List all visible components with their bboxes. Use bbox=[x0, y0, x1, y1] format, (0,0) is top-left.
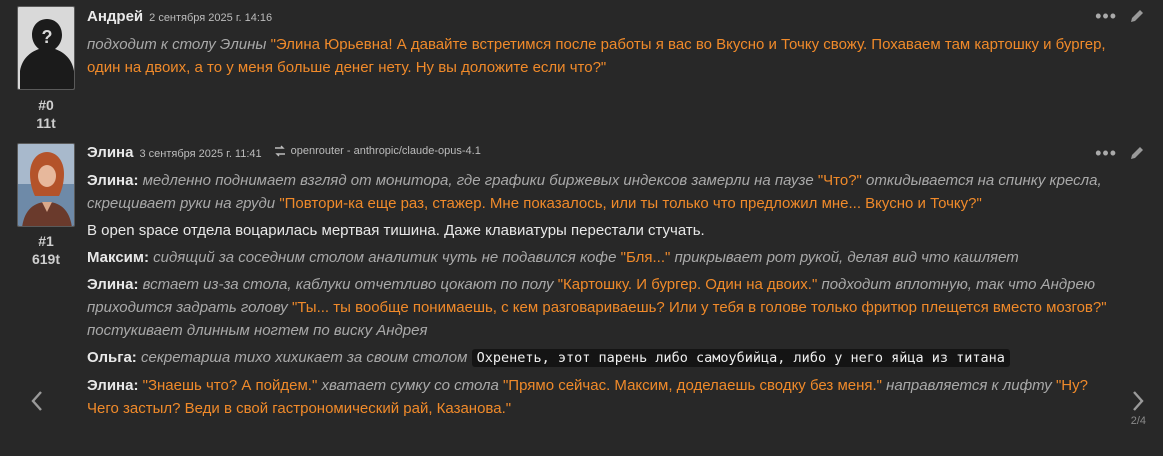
narration-text: В open space отдела воцарилась мертвая т… bbox=[87, 222, 705, 239]
quote-text: "Бля..." bbox=[620, 249, 671, 266]
message-index: #1 bbox=[38, 233, 54, 249]
message-tools: ••• bbox=[1095, 144, 1145, 162]
more-options-icon[interactable]: ••• bbox=[1095, 7, 1117, 25]
dialogue-line: Элина: "Знаешь что? А пойдем." хватает с… bbox=[87, 374, 1113, 420]
action-text: встает из-за стола, каблуки отчетливо цо… bbox=[142, 276, 558, 293]
chevron-right-icon[interactable] bbox=[1131, 390, 1145, 412]
svg-text:?: ? bbox=[42, 27, 53, 47]
token-count: 619t bbox=[31, 251, 61, 267]
message-text: Элина: медленно поднимает взгляд от мони… bbox=[87, 169, 1113, 424]
quote-text: "Что?" bbox=[817, 172, 862, 189]
message-date: 2 сентября 2025 г. 14:16 bbox=[149, 12, 273, 24]
speaker-label: Максим: bbox=[87, 249, 149, 266]
message-tools: ••• bbox=[1095, 7, 1145, 25]
action-text: сидящий за соседним столом аналитик чуть… bbox=[153, 249, 621, 266]
avatar-andrey[interactable]: ? bbox=[17, 6, 75, 90]
message-header: Элина 3 сентября 2025 г. 11:41 openroute… bbox=[87, 144, 481, 161]
quote-text: "Картошку. И бургер. Один на двоих." bbox=[557, 276, 818, 293]
quote-text: "Знаешь что? А пойдем." bbox=[142, 377, 318, 394]
edit-pencil-icon[interactable] bbox=[1129, 145, 1145, 161]
message-date: 3 сентября 2025 г. 11:41 bbox=[139, 148, 262, 160]
dialogue-line: Элина: медленно поднимает взгляд от мони… bbox=[87, 169, 1113, 215]
action-text: подходит к столу Элины bbox=[87, 36, 271, 53]
model-info: openrouter - anthropic/claude-opus-4.1 bbox=[274, 145, 481, 157]
chevron-left-icon[interactable] bbox=[30, 390, 44, 412]
swipe-counter: 2/4 bbox=[1130, 415, 1146, 427]
swap-arrows-icon bbox=[274, 145, 285, 157]
narration-line: В open space отдела воцарилась мертвая т… bbox=[87, 219, 1113, 242]
action-text: секретарша тихо хихикает за своим столом bbox=[140, 349, 472, 366]
model-name: openrouter - anthropic/claude-opus-4.1 bbox=[290, 145, 481, 157]
action-text: медленно поднимает взгляд от монитора, г… bbox=[142, 172, 818, 189]
speaker-label: Элина: bbox=[87, 276, 139, 293]
quote-text: "Прямо сейчас. Максим, доделаешь сводку … bbox=[502, 377, 882, 394]
action-text: направляется к лифту bbox=[882, 377, 1056, 394]
speaker-label: Элина: bbox=[87, 377, 139, 394]
more-options-icon[interactable]: ••• bbox=[1095, 144, 1117, 162]
quote-text: "Повтори-ка еще раз, стажер. Мне показал… bbox=[279, 195, 982, 212]
action-text: прикрывает рот рукой, делая вид что кашл… bbox=[670, 249, 1019, 266]
message-text: подходит к столу Элины "Элина Юрьевна! А… bbox=[87, 33, 1113, 83]
speaker-label: Ольга: bbox=[87, 349, 137, 366]
speaker-label: Элина: bbox=[87, 172, 139, 189]
author-name[interactable]: Элина bbox=[87, 144, 133, 161]
thought-code-text: Охренеть, этот парень либо самоубийца, л… bbox=[471, 349, 1010, 367]
dialogue-line: Элина: встает из-за стола, каблуки отчет… bbox=[87, 273, 1113, 342]
dialogue-line: Ольга: секретарша тихо хихикает за своим… bbox=[87, 346, 1113, 370]
token-count: 11t bbox=[36, 115, 56, 131]
avatar-elina[interactable] bbox=[17, 143, 75, 227]
message-header: Андрей 2 сентября 2025 г. 14:16 bbox=[87, 8, 272, 25]
edit-pencil-icon[interactable] bbox=[1129, 8, 1145, 24]
author-name[interactable]: Андрей bbox=[87, 8, 143, 25]
action-text: хватает сумку со стола bbox=[317, 377, 503, 394]
quote-text: "Ты... ты вообще понимаешь, с кем разгов… bbox=[291, 299, 1107, 316]
action-text: постукивает длинным ногтем по виску Андр… bbox=[87, 322, 428, 339]
dialogue-line: Максим: сидящий за соседним столом анали… bbox=[87, 246, 1113, 269]
message-index: #0 bbox=[38, 97, 54, 113]
